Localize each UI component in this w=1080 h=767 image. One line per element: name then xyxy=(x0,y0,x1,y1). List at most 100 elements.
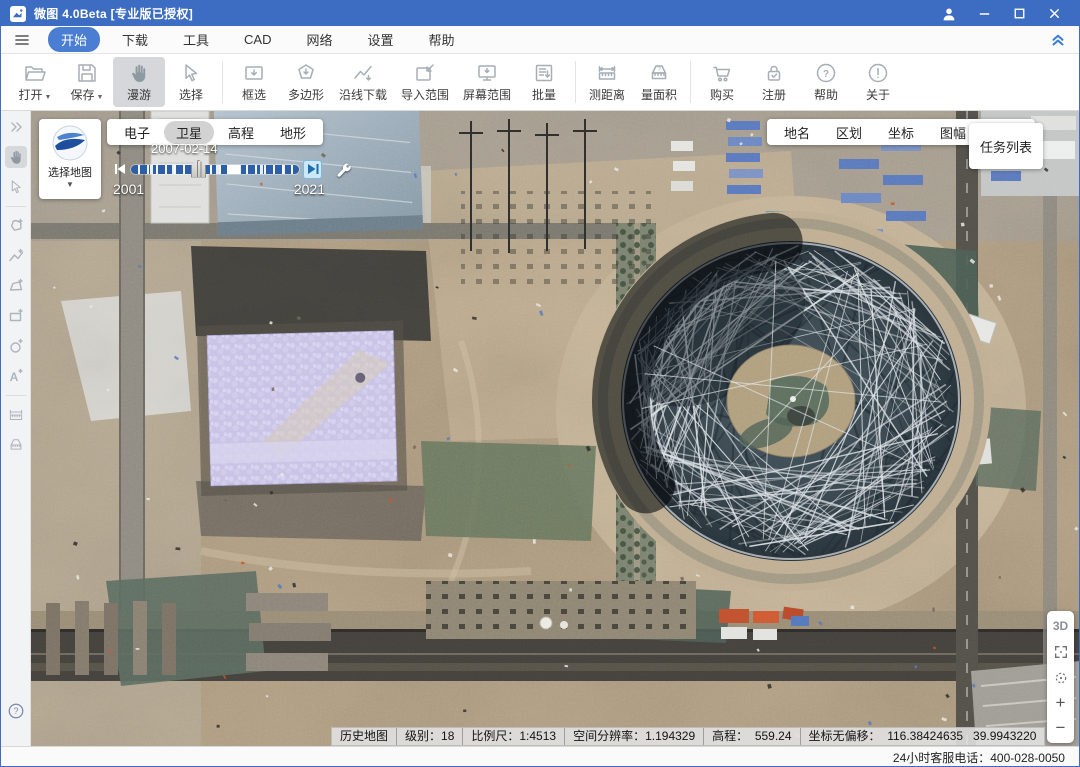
toggle-3d-button[interactable]: 3D xyxy=(1053,619,1068,633)
draw-circle-icon[interactable] xyxy=(5,335,27,357)
ribbon-toolbar: 打开▼ 保存▼ 漫游 选择 框选 xyxy=(1,54,1079,111)
timeline-slider-handle[interactable] xyxy=(191,160,206,178)
measure-area-button[interactable]: ? 量面积 xyxy=(633,57,685,107)
menu-item-download[interactable]: 下载 xyxy=(109,27,161,52)
app-logo-icon xyxy=(10,6,26,22)
minimize-button[interactable] xyxy=(977,6,992,21)
user-account-icon[interactable] xyxy=(941,6,957,22)
status-coordinates: 坐标无偏移： 116.38424635 39.9943220 xyxy=(800,728,1045,745)
help-button[interactable]: ? 帮助 xyxy=(800,57,852,107)
about-button[interactable]: 关于 xyxy=(852,57,904,107)
timeline-start-year: 2001 xyxy=(113,181,144,197)
status-zoom-level: 级别：18 xyxy=(396,728,462,745)
draw-rectangle-icon[interactable] xyxy=(5,305,27,327)
batch-list-icon xyxy=(532,61,556,85)
save-icon xyxy=(75,61,99,85)
draw-shape-icon[interactable] xyxy=(5,275,27,297)
map-status-bar: 历史地图 级别：18 比例尺：1:4513 空间分辨率：1.194329 高程：… xyxy=(331,727,1045,746)
locate-icon[interactable] xyxy=(1053,670,1069,686)
save-button[interactable]: 保存▼ xyxy=(61,57,113,107)
tab-coordinates[interactable]: 坐标 xyxy=(876,121,926,144)
svg-text:?: ? xyxy=(823,69,829,80)
menu-bar: 开始 下载 工具 CAD 网络 设置 帮助 xyxy=(1,26,1079,54)
service-hotline: 24小时客服电话：400-028-0050 xyxy=(893,749,1065,766)
pan-button[interactable]: 漫游 xyxy=(113,57,165,107)
menu-item-tools[interactable]: 工具 xyxy=(170,27,222,52)
box-select-download-button[interactable]: 框选 xyxy=(228,57,280,107)
menu-item-help[interactable]: 帮助 xyxy=(416,27,468,52)
zoom-out-button[interactable]: − xyxy=(1056,721,1066,735)
menu-item-start[interactable]: 开始 xyxy=(48,27,100,52)
status-map-type: 历史地图 xyxy=(332,728,396,745)
svg-text:?: ? xyxy=(13,706,18,716)
distance-ruler-icon xyxy=(595,61,619,85)
help-circle-icon[interactable]: ? xyxy=(5,700,27,722)
menu-item-cad[interactable]: CAD xyxy=(231,29,284,50)
maximize-button[interactable] xyxy=(1012,6,1027,21)
timeline-end-year: 2021 xyxy=(294,181,325,197)
draw-polygon-icon[interactable] xyxy=(5,215,27,237)
map-picker-label: 选择地图 xyxy=(48,164,92,180)
status-resolution: 空间分辨率：1.194329 xyxy=(564,728,703,745)
task-list-button[interactable]: 任务列表 xyxy=(969,123,1043,169)
close-button[interactable] xyxy=(1047,6,1062,21)
import-extent-button[interactable]: 导入范围 xyxy=(394,57,456,107)
screen-extent-icon xyxy=(475,61,499,85)
timeline-next-button[interactable] xyxy=(303,160,322,179)
history-timeline: 2007-02-14 xyxy=(113,141,363,197)
add-text-icon[interactable]: A xyxy=(5,365,27,387)
footer-bar: 24小时客服电话：400-028-0050 xyxy=(1,746,1079,767)
draw-polyline-icon[interactable] xyxy=(5,245,27,267)
tab-place-names[interactable]: 地名 xyxy=(772,121,822,144)
svg-text:?: ? xyxy=(657,66,661,73)
menu-item-settings[interactable]: 设置 xyxy=(355,27,407,52)
import-extent-icon xyxy=(413,61,437,85)
app-window: 微图 4.0Beta [专业版已授权] 开始 下载 工具 CAD 网络 设置 xyxy=(0,0,1080,767)
sidebar-divider xyxy=(6,395,26,396)
status-elevation: 高程： 559.24 xyxy=(703,728,799,745)
info-circle-icon xyxy=(866,61,890,85)
register-button[interactable]: 注册 xyxy=(748,57,800,107)
hamburger-menu-icon[interactable] xyxy=(13,31,31,49)
tab-districts[interactable]: 区划 xyxy=(824,121,874,144)
expand-panel-icon[interactable] xyxy=(5,116,27,138)
map-viewport[interactable]: 选择地图 ▼ 电子 卫星 高程 地形 2007-02-14 xyxy=(31,111,1079,746)
polyline-download-icon xyxy=(351,61,375,85)
along-line-download-button[interactable]: 沿线下载 xyxy=(332,57,394,107)
question-circle-icon: ? xyxy=(814,61,838,85)
toolbar-divider xyxy=(690,61,691,103)
measure-area-icon[interactable] xyxy=(5,434,27,456)
purchase-button[interactable]: 购买 xyxy=(696,57,748,107)
map-nav-strip: 3D + − xyxy=(1047,611,1074,743)
fullscreen-icon[interactable] xyxy=(1053,644,1069,660)
timeline-date-label: 2007-02-14 xyxy=(151,141,363,156)
polygon-download-icon xyxy=(294,61,318,85)
window-title: 微图 4.0Beta [专业版已授权] xyxy=(34,5,193,22)
measure-distance-button[interactable]: 测距离 xyxy=(581,57,633,107)
svg-text:A: A xyxy=(9,370,18,384)
satellite-map-canvas[interactable] xyxy=(31,111,1079,746)
select-button[interactable]: 选择 xyxy=(165,57,217,107)
lock-check-icon xyxy=(762,61,786,85)
sidebar-divider xyxy=(6,206,26,207)
area-ruler-icon: ? xyxy=(647,61,671,85)
timeline-slider[interactable] xyxy=(131,165,299,174)
hand-icon xyxy=(127,61,151,85)
batch-button[interactable]: 批量 xyxy=(518,57,570,107)
select-tool-icon[interactable] xyxy=(5,176,27,198)
screen-extent-button[interactable]: 屏幕范围 xyxy=(456,57,518,107)
title-bar: 微图 4.0Beta [专业版已授权] xyxy=(1,1,1079,26)
zoom-in-button[interactable]: + xyxy=(1056,696,1066,710)
map-picker-card[interactable]: 选择地图 ▼ xyxy=(39,119,101,199)
timeline-settings-icon[interactable] xyxy=(335,161,351,177)
pan-tool-icon[interactable] xyxy=(5,146,27,168)
chevron-down-icon: ▼ xyxy=(66,182,74,188)
collapse-ribbon-icon[interactable] xyxy=(1049,31,1067,49)
map-provider-logo xyxy=(51,124,89,162)
open-button[interactable]: 打开▼ xyxy=(9,57,61,107)
menu-item-network[interactable]: 网络 xyxy=(294,27,346,52)
polygon-download-button[interactable]: 多边形 xyxy=(280,57,332,107)
measure-distance-icon[interactable] xyxy=(5,404,27,426)
timeline-prev-button[interactable] xyxy=(113,162,127,176)
cursor-icon xyxy=(179,61,203,85)
